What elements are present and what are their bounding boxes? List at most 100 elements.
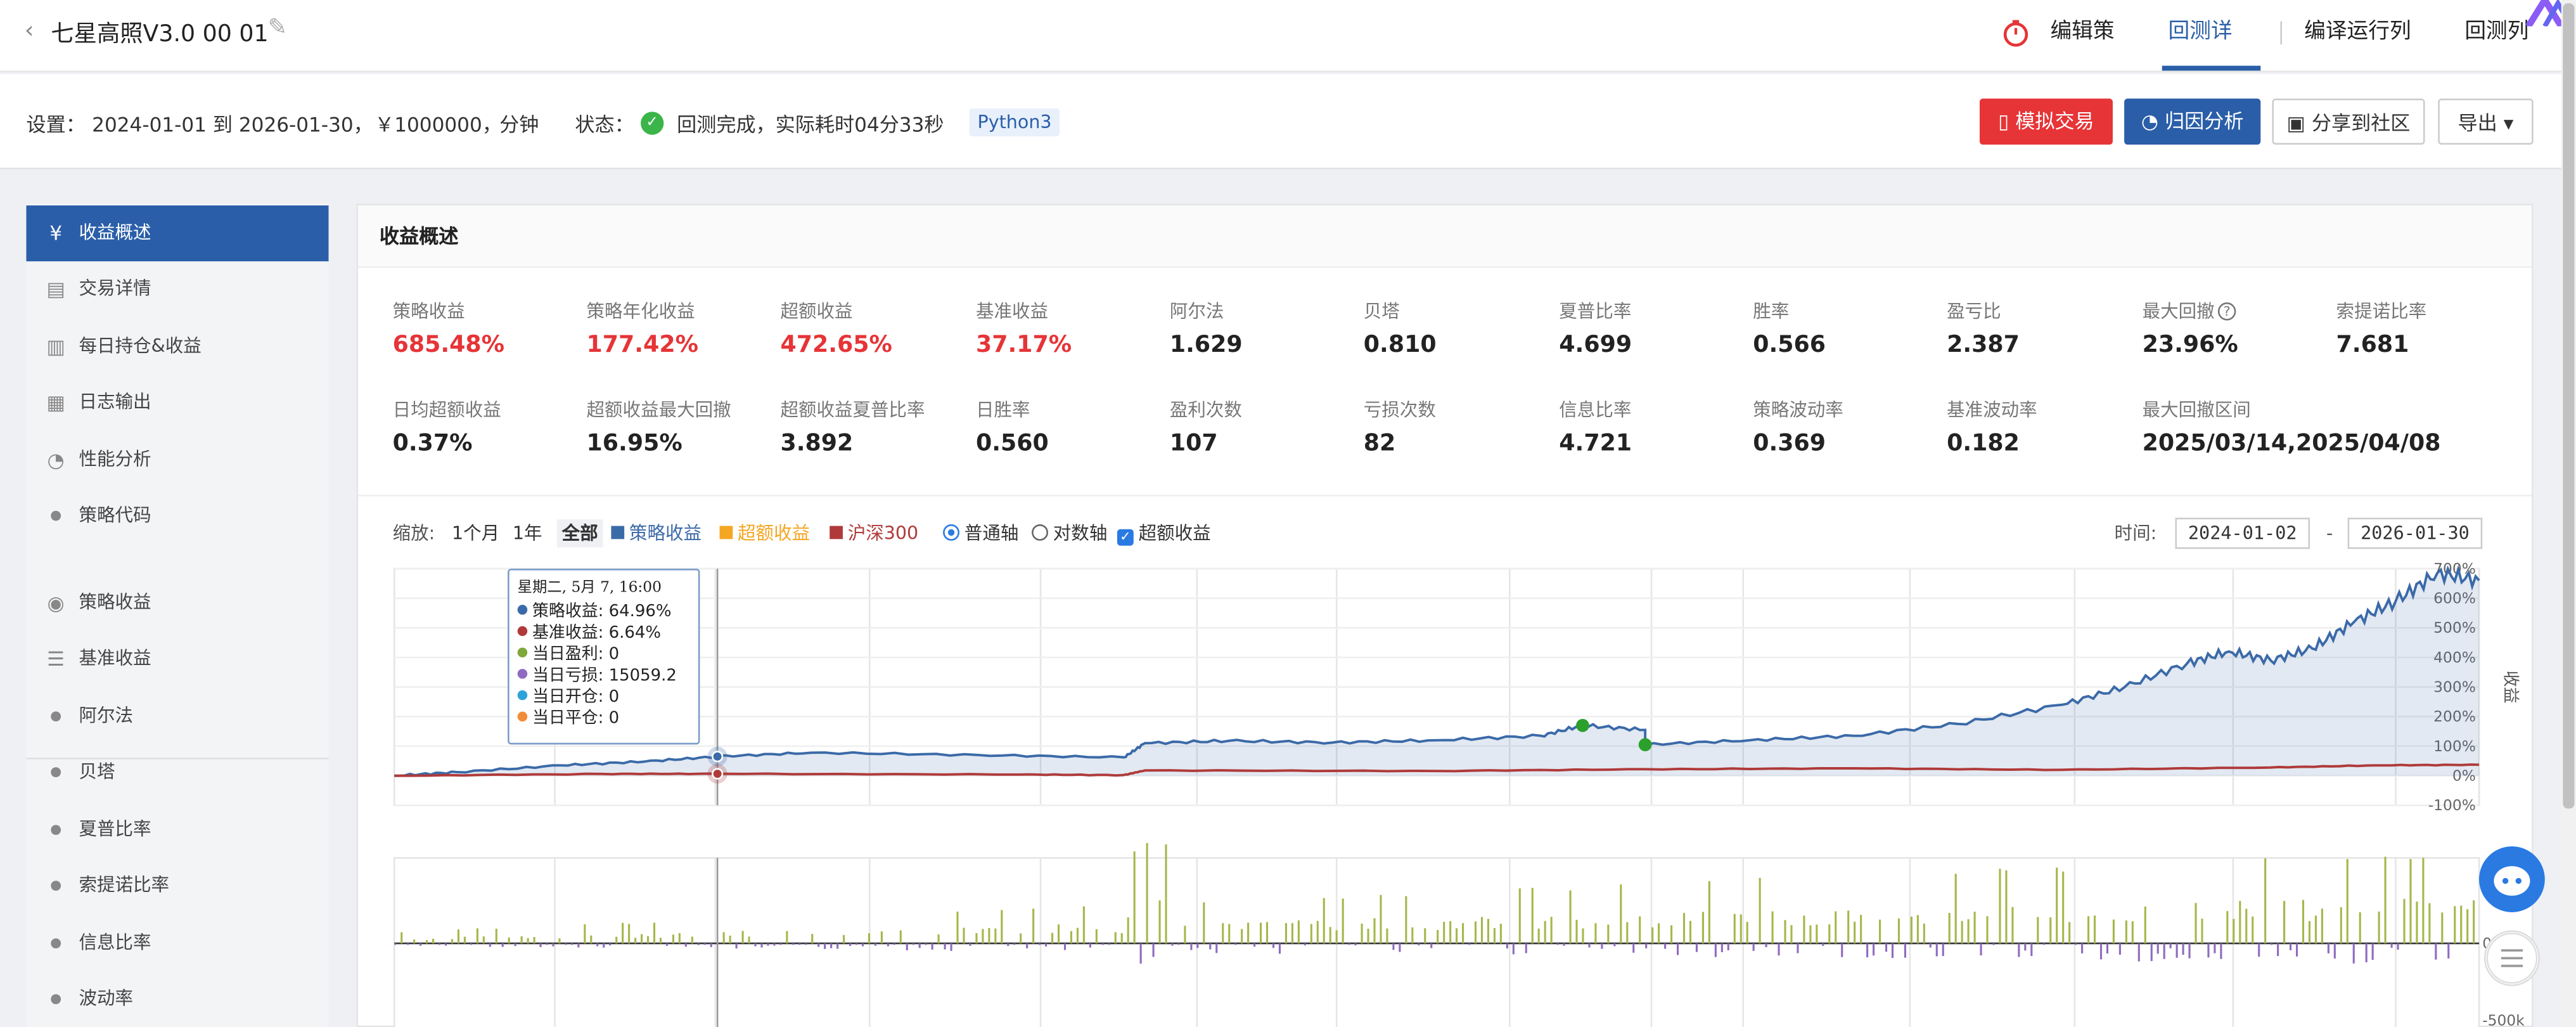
daily-profit-bar [1961, 920, 1963, 944]
daily-loss-bar [1506, 943, 1508, 949]
daily-profit-bar [495, 928, 497, 944]
daily-loss-bar [1215, 943, 1218, 953]
daily-profit-bar [558, 938, 561, 944]
daily-loss-bar [596, 943, 599, 946]
zoom-1-year-button[interactable]: 1年 [508, 519, 547, 547]
metric-label: 最大回撤 [2142, 300, 2215, 323]
legend-benchmark-toggle[interactable]: 沪深300 [830, 521, 918, 547]
daily-profit-bar [1594, 923, 1597, 944]
daily-loss-bar [1468, 943, 1471, 945]
sidebar-item-strategy-code[interactable]: ● 策略代码 [26, 488, 328, 544]
daily-profit-bar [2454, 906, 2456, 944]
legend-strategy-toggle[interactable]: 策略收益 [611, 521, 702, 547]
legend-excess-toggle[interactable]: 超额收益 [719, 521, 810, 547]
tooltip-dot [517, 690, 528, 701]
sidebar-item-volatility[interactable]: ● 波动率 [26, 971, 328, 1027]
metric-value: 0.182 [1947, 430, 2020, 457]
daily-loss-bar [1234, 943, 1237, 945]
metric-label: 策略年化收益 [586, 300, 695, 323]
zoom-label: 缩放: [392, 522, 435, 545]
sidebar-item-sharpe[interactable]: ● 夏普比率 [26, 802, 328, 858]
sidebar-item-sortino[interactable]: ● 索提诺比率 [26, 858, 328, 914]
end-date-input[interactable] [2347, 517, 2483, 549]
daily-profit-bar [1335, 930, 1338, 944]
sidebar: ¥ 收益概述 ▤ 交易详情 ▥ 每日持仓&收益 ▦ 日志输出 ◔ 性能分析 ● … [26, 203, 329, 1027]
sidebar-item-beta[interactable]: ● 贝塔 [26, 744, 328, 800]
edit-pencil-icon[interactable]: ✎ [268, 15, 287, 41]
back-arrow-icon[interactable]: ‹ [25, 18, 34, 44]
sidebar-item-label: 策略代码 [79, 504, 151, 526]
daily-profit-bar [584, 924, 586, 944]
daily-profit-bar [1923, 923, 1925, 944]
sidebar-item-trade-details[interactable]: ▤ 交易详情 [26, 261, 328, 317]
daily-profit-bar [1480, 917, 1483, 944]
attribution-analysis-button[interactable]: ◔ 归因分析 [2124, 98, 2261, 145]
start-date-input[interactable] [2175, 517, 2310, 549]
daily-loss-bar [2220, 943, 2222, 959]
daily-profit-bar [2428, 903, 2431, 944]
tooltip-dot [517, 626, 528, 636]
daily-profit-bar [1575, 919, 1578, 944]
daily-loss-bar [1645, 943, 1648, 948]
strategy-return-line [394, 564, 2480, 777]
sidebar-item-strategy-returns[interactable]: ◉ 策略收益 [26, 575, 328, 631]
nav-edit-strategy[interactable]: 编辑策略 [2044, 0, 2142, 110]
sidebar-item-performance[interactable]: ◔ 性能分析 [26, 432, 328, 488]
chart-bars-icon: ▯ [1998, 110, 2009, 133]
daily-profit-bar [1329, 927, 1331, 944]
sidebar-item-daily-positions[interactable]: ▥ 每日持仓&收益 [26, 319, 328, 375]
daily-loss-bar [830, 943, 833, 948]
list-menu-icon[interactable] [2483, 930, 2541, 986]
nav-compile-run-list[interactable]: 编译运行列表 [2298, 0, 2438, 110]
daily-loss-bar [1418, 943, 1420, 946]
simulate-trading-button[interactable]: ▯ 模拟交易 [1979, 98, 2113, 145]
daily-loss-bar [735, 943, 738, 949]
daily-loss-bar [1873, 943, 1875, 956]
sidebar-item-alpha[interactable]: ● 阿尔法 [26, 688, 328, 744]
daily-loss-bar [2271, 943, 2273, 945]
help-icon[interactable]: ? [2217, 302, 2236, 321]
customer-service-icon[interactable] [2479, 846, 2545, 912]
daily-loss-bar [1045, 943, 1048, 947]
sidebar-item-information-ratio[interactable]: ● 信息比率 [26, 915, 328, 971]
sidebar-item-returns-overview[interactable]: ¥ 收益概述 [26, 205, 329, 262]
tooltip-row-text: 基准收益: 6.64% [532, 624, 662, 643]
bullet-icon: ● [50, 822, 62, 837]
daily-loss-bar [2258, 943, 2260, 957]
metric-value: 2.387 [1947, 332, 2020, 359]
daily-profit-bar [641, 934, 643, 944]
daily-profit-bar [2112, 919, 2115, 944]
daily-profit-bar [1361, 923, 1363, 944]
daily-loss-bar [665, 943, 668, 946]
tooltip-dot [517, 711, 528, 722]
daily-profit-bar [2441, 912, 2444, 944]
daily-loss-bar [2277, 943, 2279, 957]
daily-loss-bar [2118, 943, 2121, 955]
daily-loss-bar [2030, 943, 2033, 957]
daily-profit-bar [988, 927, 990, 944]
daily-profit-bar [1367, 928, 1369, 944]
page-scrollbar[interactable] [2561, 0, 2576, 1027]
zoom-all-button[interactable]: 全部 [556, 519, 603, 548]
daily-loss-bar [2290, 943, 2292, 950]
daily-profit-bar [748, 936, 750, 944]
nav-separator [2279, 21, 2281, 44]
daily-loss-bar [754, 943, 757, 946]
metric-value: 0.566 [1753, 332, 1826, 359]
daily-profit-bar [590, 935, 593, 944]
export-dropdown-button[interactable]: 导出 ▾ [2438, 98, 2534, 145]
excess-return-checkbox[interactable]: ✓ 超额收益 [1117, 521, 1211, 547]
daily-loss-bar [438, 943, 441, 945]
log-axis-radio[interactable]: 对数轴 [1032, 521, 1107, 547]
share-community-button[interactable]: ▣ 分享到社区 [2272, 98, 2425, 145]
zoom-1-month-button[interactable]: 1个月 [447, 519, 504, 547]
daily-profit-bar [1733, 914, 1736, 944]
metric-benchmark-volatility: 基准波动率 0.182 [1947, 396, 2141, 457]
daily-profit-bar [982, 929, 984, 944]
normal-axis-radio[interactable]: 普通轴 [943, 521, 1018, 547]
nav-backtest-detail[interactable]: 回测详情 [2162, 0, 2260, 110]
sidebar-item-benchmark-returns[interactable]: ☰ 基准收益 [26, 631, 328, 687]
daily-loss-bar [2081, 943, 2084, 953]
scrollbar-thumb[interactable] [2563, 3, 2575, 809]
sidebar-item-log-output[interactable]: ▦ 日志输出 [26, 375, 328, 430]
